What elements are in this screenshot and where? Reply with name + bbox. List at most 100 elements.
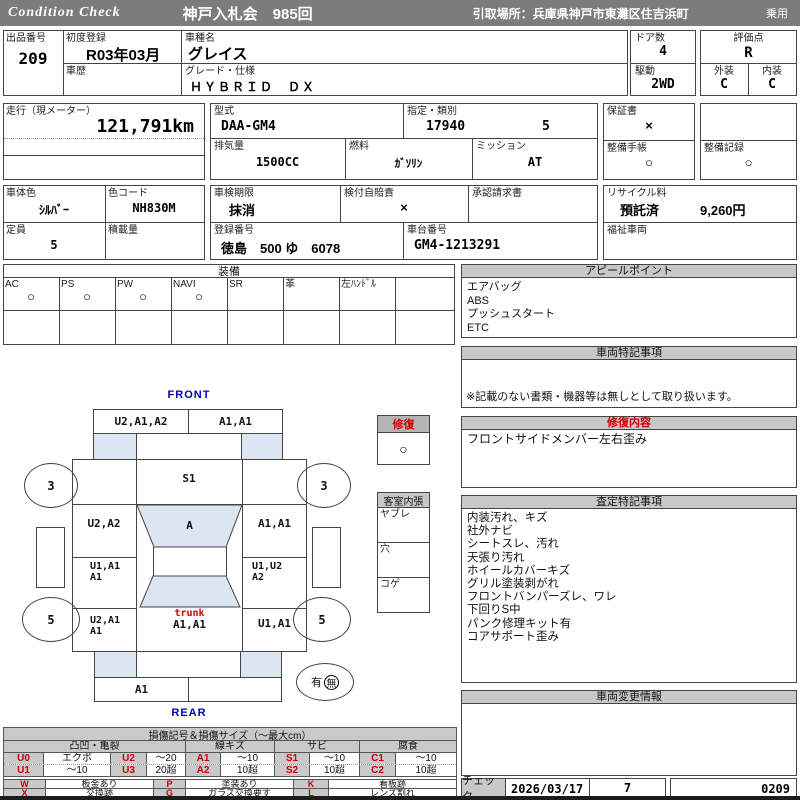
exterior-value: C: [720, 77, 728, 92]
load-cell: 積載量: [106, 223, 204, 259]
transmission-value: AT: [527, 155, 543, 169]
appeal-line: ABS: [467, 294, 490, 307]
record-box: 整備記録 ○: [700, 103, 797, 180]
color-code-label: 色コード: [108, 188, 148, 199]
repair-flag-title: 修復: [378, 416, 429, 433]
vehicle-notes-note: ※記載のない書類・機器等は無しとして取り扱います。: [466, 391, 738, 403]
divider: [153, 547, 154, 576]
legend-code: U0: [4, 753, 44, 764]
sheet-code: 0209: [761, 782, 790, 796]
assessment-title: 査定特記事項: [462, 496, 796, 509]
assessment-line: シートスレ、汚れ: [467, 538, 559, 551]
auction-title: 神戸入札会 985回: [182, 5, 313, 23]
rocker-right: [312, 527, 341, 588]
assessment-line: コアサポート歪み: [467, 630, 559, 643]
hood: [136, 433, 242, 460]
legend-value: ～10: [310, 753, 360, 764]
exterior-label: 外装: [714, 66, 734, 77]
equip-empty: [340, 311, 396, 344]
equip-empty: [172, 311, 228, 344]
zone-text: A2: [252, 571, 265, 583]
equipment-title: 装備: [4, 265, 454, 278]
wheel-front-right: 3: [297, 463, 351, 508]
legend-value: 10超: [415, 765, 437, 776]
front-label: FRONT: [167, 389, 211, 401]
appeal-line: プッシュスタート: [467, 308, 555, 320]
lot-cell: 出品番号 209: [4, 31, 64, 95]
legend-code: C1: [360, 753, 396, 764]
change-info-title: 車両変更情報: [462, 691, 796, 704]
equip-empty: [228, 311, 284, 344]
equip-cell-ps: PS ○: [60, 278, 116, 310]
first-reg-cell: 初度登録 R03年03月 車歴: [64, 31, 182, 95]
legend-code: A1: [186, 753, 221, 764]
legend-value: 10超: [310, 765, 360, 776]
capacity-cell: 定員 5: [4, 223, 106, 259]
mileage-value: 121,791km: [96, 116, 194, 137]
score-cell: 評価点 R: [701, 31, 796, 64]
equip-mark: ○: [27, 289, 35, 304]
assessment-line: フロントバンパーズレ、ワレ: [467, 591, 617, 604]
legend-value: ～10: [44, 765, 111, 776]
legend-group-dents: 凸凹・亀裂: [4, 741, 186, 752]
zone-rear-bumper-left: A1: [95, 678, 189, 701]
recycle-cell: リサイクル料 預託済 9,260円: [604, 186, 796, 223]
interior-value: C: [768, 77, 776, 92]
zone-text: A1: [90, 625, 103, 637]
welfare-label: 福祉車両: [607, 225, 647, 236]
appeal-lines: エアバッグ ABS プッシュスタート ETC: [462, 278, 796, 335]
cabin-row-label: 穴: [380, 544, 390, 555]
model-upper: 車種名 グレイス: [182, 31, 627, 64]
divider: [4, 155, 204, 156]
appeal-line: ETC: [467, 321, 489, 334]
load-label: 積載量: [108, 225, 138, 236]
check-date: 2026/03/17: [506, 779, 590, 796]
check-box: チェック 2026/03/17 7: [461, 775, 666, 800]
ext-int-row: 外装 C 内装 C: [701, 64, 796, 95]
equipment-row: AC ○ PS ○ PW ○ NAVI ○ SR 革 左ﾊﾝﾄﾞﾙ: [4, 278, 454, 311]
zone-trunk: trunk A1,A1: [136, 609, 243, 631]
doors-label: ドア数: [635, 33, 665, 44]
transmission-cell: ミッション AT: [473, 139, 597, 179]
equip-empty: [60, 311, 116, 344]
front-bumper: U2,A1,A2 A1,A1: [93, 409, 283, 434]
cabin-trim-box: 客室内張 ヤブレ 穴 コゲ: [377, 492, 430, 613]
legend-value: ～20: [147, 753, 186, 764]
assessment-lines: 内装汚れ、キズ 社外ナビ シートスレ、汚れ 天張り汚れ ホイールカバーキズ グリ…: [462, 509, 796, 644]
legend-value: 20超: [147, 765, 186, 776]
registration-lower: 登録番号 徳島 500 ゆ 6078 車台番号 GM4-1213291: [211, 223, 597, 259]
legend-row-1: U0 エクボ U2 ～20 A1 ～10 S1 ～10 C1 ～10: [4, 752, 456, 764]
legend-code: A2: [186, 765, 221, 776]
brand-logo: Condition Check: [8, 5, 121, 20]
history-cell: 車歴: [64, 64, 181, 95]
grade-label: グレード・仕様: [185, 66, 255, 77]
doors-cell: ドア数 4: [631, 31, 695, 64]
reg-no-cell: 登録番号 徳島 500 ゆ 6078: [211, 223, 404, 259]
legend-group-rust: サビ: [275, 741, 360, 752]
legend-code: U1: [4, 765, 44, 776]
inspection-value: 抹消: [229, 203, 256, 218]
chassis-value: GM4-1213291: [414, 238, 501, 253]
cabin-trim-title: 客室内張: [378, 493, 429, 508]
legend-row-2: U1 ～10 U3 20超 A2 10超 S2 10超 C2 10超: [4, 764, 456, 776]
first-reg-label: 初度登録: [66, 33, 106, 44]
equip-cell-ac: AC ○: [4, 278, 60, 310]
drive-label: 駆動: [635, 66, 655, 77]
interior-label: 内装: [762, 66, 782, 77]
record-empty-cell: [701, 104, 796, 141]
wheel-rear-right: 5: [293, 597, 351, 642]
score-box: 評価点 R 外装 C 内装 C: [700, 30, 797, 96]
divider: [226, 547, 227, 576]
legend-code: U2: [111, 753, 147, 764]
cabin-row-hole: 穴: [378, 543, 429, 578]
equip-label: 左ﾊﾝﾄﾞﾙ: [341, 279, 376, 290]
vehicle-notes-title: 車両特記事項: [462, 347, 796, 360]
spare-prefix: 有: [311, 677, 322, 689]
rocker-left: [36, 527, 65, 588]
rear-label: REAR: [171, 707, 207, 719]
reg-no-value: 徳島 500 ゆ 6078: [221, 241, 341, 256]
exterior-cell: 外装 C: [701, 64, 749, 95]
legend-value: 10超: [221, 765, 275, 776]
model-code-cell: 型式 DAA-GM4: [211, 104, 404, 138]
chassis-cell: 車台番号 GM4-1213291: [404, 223, 597, 259]
